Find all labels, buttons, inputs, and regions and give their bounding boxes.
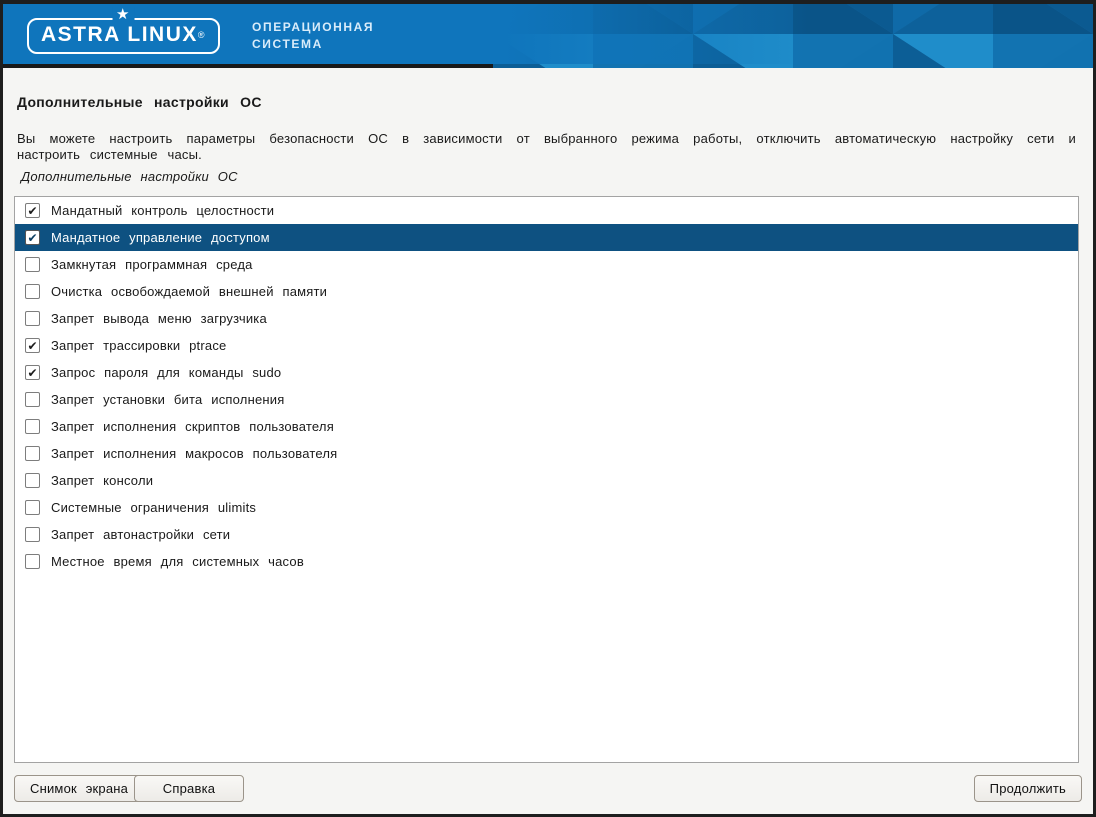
option-label: Запрет автонастройки сети [51,527,230,542]
option-row[interactable]: Замкнутая программная среда [15,251,1078,278]
logo-text: ASTRA LINUX [41,23,198,46]
option-row[interactable]: Запрет установки бита исполнения [15,386,1078,413]
checkbox-unchecked-icon[interactable] [25,554,40,569]
option-row[interactable]: ✔ Мандатный контроль целостности [15,197,1078,224]
continue-button[interactable]: Продолжить [974,775,1082,802]
option-row[interactable]: Запрет исполнения макросов пользователя [15,440,1078,467]
installer-window: ★ ASTRA LINUX® ОПЕРАЦИОННАЯ СИСТЕМА Допо… [0,0,1096,817]
options-list[interactable]: ✔ Мандатный контроль целостности ✔ Мандатно… [14,196,1079,763]
option-label: Мандатный контроль целостности [51,203,274,218]
product-name: ОПЕРАЦИОННАЯ СИСТЕМА [252,19,374,53]
checkbox-unchecked-icon[interactable] [25,284,40,299]
checkbox-unchecked-icon[interactable] [25,257,40,272]
option-label: Системные ограничения ulimits [51,500,256,515]
options-group-label: Дополнительные настройки ОС [21,169,1079,184]
option-label: Запрет установки бита исполнения [51,392,284,407]
header-banner: ★ ASTRA LINUX® ОПЕРАЦИОННАЯ СИСТЕМА [3,4,1093,68]
checkbox-unchecked-icon[interactable] [25,527,40,542]
registered-mark: ® [198,30,206,40]
option-row[interactable]: Очистка освобождаемой внешней памяти [15,278,1078,305]
checkbox-checked-icon[interactable]: ✔ [25,203,40,218]
page-title: Дополнительные настройки ОС [17,94,1079,110]
screenshot-button[interactable]: Снимок экрана [14,775,144,802]
option-row[interactable]: Запрет вывода меню загрузчика [15,305,1078,332]
option-row[interactable]: ✔ Мандатное управление доступом [15,224,1078,251]
option-row[interactable]: Местное время для системных часов [15,548,1078,575]
checkbox-unchecked-icon[interactable] [25,392,40,407]
option-label: Запрет вывода меню загрузчика [51,311,267,326]
main-content: Дополнительные настройки ОС Вы можете на… [3,68,1093,814]
checkbox-checked-icon[interactable]: ✔ [25,338,40,353]
option-row[interactable]: Запрет автонастройки сети [15,521,1078,548]
help-button[interactable]: Справка [134,775,244,802]
option-label: Запрет исполнения скриптов пользователя [51,419,334,434]
option-label: Замкнутая программная среда [51,257,253,272]
option-row[interactable]: Системные ограничения ulimits [15,494,1078,521]
option-label: Запрет консоли [51,473,153,488]
option-row[interactable]: ✔ Запрос пароля для команды sudo [15,359,1078,386]
checkbox-unchecked-icon[interactable] [25,446,40,461]
checkbox-checked-icon[interactable]: ✔ [25,230,40,245]
option-row[interactable]: Запрет исполнения скриптов пользователя [15,413,1078,440]
option-label: Запрет трассировки ptrace [51,338,226,353]
option-label: Местное время для системных часов [51,554,304,569]
option-row[interactable]: ✔ Запрет трассировки ptrace [15,332,1078,359]
option-label: Запрос пароля для команды sudo [51,365,281,380]
checkbox-unchecked-icon[interactable] [25,419,40,434]
page-description: Вы можете настроить параметры безопаснос… [17,131,1076,162]
checkbox-checked-icon[interactable]: ✔ [25,365,40,380]
astra-linux-logo: ★ ASTRA LINUX® [27,18,220,54]
option-label: Мандатное управление доступом [51,230,270,245]
checkbox-unchecked-icon[interactable] [25,311,40,326]
checkbox-unchecked-icon[interactable] [25,500,40,515]
star-icon: ★ [112,7,135,23]
option-label: Очистка освобождаемой внешней памяти [51,284,327,299]
checkbox-unchecked-icon[interactable] [25,473,40,488]
option-row[interactable]: Запрет консоли [15,467,1078,494]
option-label: Запрет исполнения макросов пользователя [51,446,337,461]
